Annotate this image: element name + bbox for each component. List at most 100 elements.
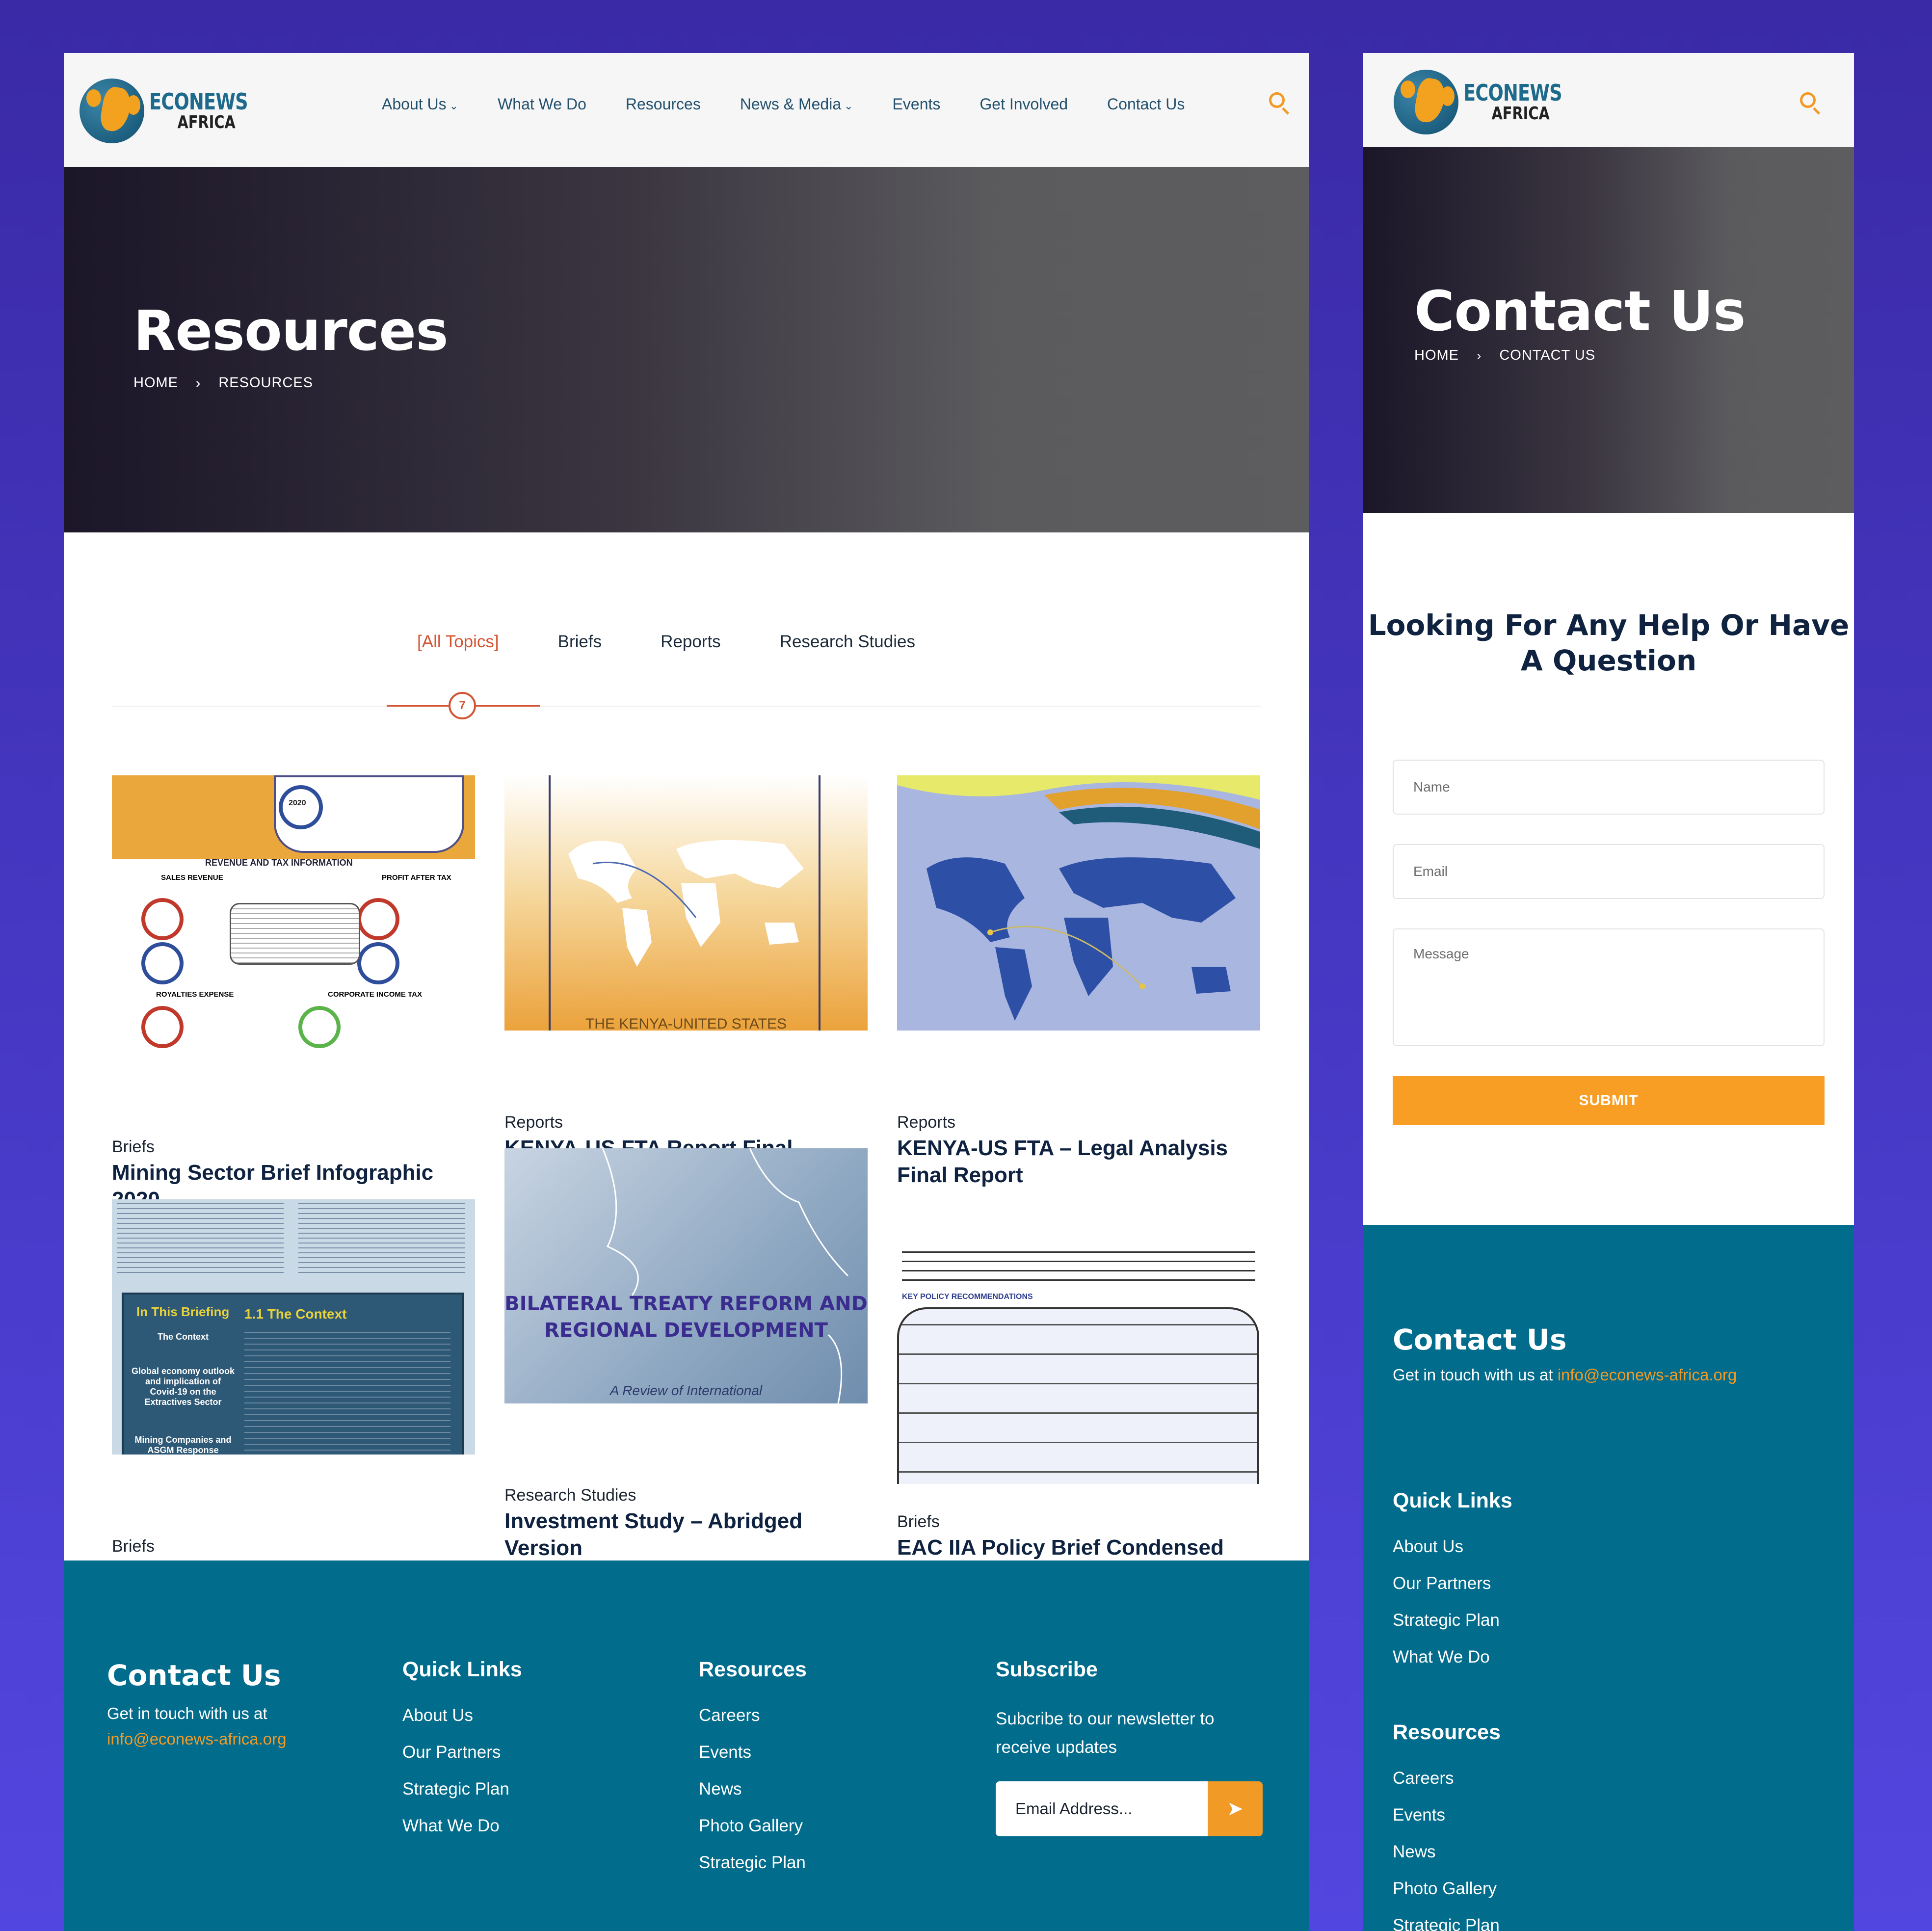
footer-link-what-we-do[interactable]: What We Do	[1393, 1647, 1490, 1667]
submit-button[interactable]: SUBMIT	[1393, 1076, 1825, 1125]
site-footer: Contact Us Get in touch with us at info@…	[1363, 1225, 1854, 1931]
contact-page: ECONEWS AFRICA Contact Us HOME › CONTACT…	[1363, 53, 1854, 1931]
world-map-graphic	[568, 840, 804, 967]
logo-text-bottom: AFRICA	[177, 112, 236, 132]
footer-link-photo-gallery[interactable]: Photo Gallery	[699, 1816, 803, 1836]
footer-contact-text: Get in touch with us at info@econews-afr…	[107, 1701, 313, 1752]
contact-form-title: Looking For Any Help Or Have A Question	[1368, 608, 1850, 677]
footer-link-news[interactable]: News	[1393, 1842, 1436, 1862]
site-header: ECONEWS AFRICA About Us ⌄ What We Do Reso…	[64, 53, 1309, 167]
footer-link-events[interactable]: Events	[699, 1743, 751, 1762]
chevron-down-icon: ⌄	[449, 100, 459, 112]
logo-text-top: ECONEWS	[1463, 79, 1562, 106]
footer-link-strategic-plan[interactable]: Strategic Plan	[1393, 1611, 1500, 1630]
name-field[interactable]: Name	[1393, 760, 1825, 815]
footer-link-events[interactable]: Events	[1393, 1805, 1445, 1825]
thumb-heading: In This Briefing	[136, 1304, 230, 1319]
world-map-graphic	[926, 857, 1236, 1021]
thumb-label: SALES REVENUE	[161, 873, 223, 882]
footer-link-about-us[interactable]: About Us	[402, 1706, 473, 1725]
logo-text-top: ECONEWS	[149, 88, 248, 115]
send-arrow-icon[interactable]: ➤	[1208, 1781, 1263, 1836]
footer-link-our-partners[interactable]: Our Partners	[402, 1743, 501, 1762]
thumb-subheading: A Review of International	[609, 1383, 763, 1398]
map-lines-graphic	[602, 1148, 849, 1403]
tab-reports[interactable]: Reports	[661, 632, 721, 652]
resource-thumbnail[interactable]: 2020 REVENUE AND TAX INFORMATION SALES R…	[112, 775, 475, 1055]
footer-link-careers[interactable]: Careers	[1393, 1769, 1454, 1788]
resource-category: Briefs	[897, 1512, 940, 1531]
footer-link-careers[interactable]: Careers	[699, 1706, 760, 1725]
globe-logo-icon	[1394, 70, 1458, 134]
breadcrumb-current: RESOURCES	[218, 375, 314, 391]
tab-research-studies[interactable]: Research Studies	[780, 632, 915, 652]
message-textarea[interactable]: Message	[1393, 928, 1825, 1046]
thumb-label: PROFIT AFTER TAX	[382, 873, 451, 882]
resource-thumbnail[interactable]: KEY POLICY RECOMMENDATIONS	[897, 1224, 1260, 1484]
nav-resources[interactable]: Resources	[626, 95, 701, 113]
footer-link-strategic-plan[interactable]: Strategic Plan	[402, 1779, 509, 1799]
footer-link-our-partners[interactable]: Our Partners	[1393, 1574, 1491, 1593]
nav-about-us[interactable]: About Us ⌄	[382, 95, 458, 113]
footer-quick-links-title: Quick Links	[1393, 1489, 1512, 1512]
tab-all-topics[interactable]: [All Topics]	[417, 632, 499, 652]
thumb-caption: THE KENYA-UNITED STATES	[585, 1016, 787, 1031]
footer-subscribe-text: Subcribe to our newsletter to receive up…	[996, 1709, 1215, 1757]
site-logo[interactable]: ECONEWS AFRICA	[79, 79, 272, 143]
page-hero: Resources HOME › RESOURCES	[64, 167, 1309, 532]
breadcrumb-home[interactable]: HOME	[1414, 347, 1459, 364]
footer-link-photo-gallery[interactable]: Photo Gallery	[1393, 1879, 1497, 1899]
footer-link-strategic-plan[interactable]: Strategic Plan	[1393, 1916, 1500, 1931]
resource-title[interactable]: EAC IIA Policy Brief Condensed	[897, 1534, 1260, 1561]
thumb-label: CORPORATE INCOME TAX	[328, 990, 422, 999]
search-icon[interactable]	[1800, 92, 1822, 115]
resource-thumbnail[interactable]: In This Briefing 1.1 The Context The Con…	[112, 1199, 475, 1455]
footer-contact-title: Contact Us	[107, 1659, 281, 1692]
resource-thumbnail[interactable]: THE KENYA-UNITED STATES	[504, 775, 868, 1031]
nav-what-we-do[interactable]: What We Do	[498, 95, 586, 113]
resource-title[interactable]: Investment Study – Abridged Version	[504, 1508, 868, 1561]
resource-category: Briefs	[112, 1537, 155, 1556]
site-logo[interactable]: ECONEWS AFRICA	[1394, 70, 1587, 134]
nav-news-media-label: News & Media	[740, 95, 842, 113]
footer-subscribe-title: Subscribe	[996, 1658, 1098, 1681]
chevron-down-icon: ⌄	[844, 100, 853, 112]
footer-email-link[interactable]: info@econews-africa.org	[1558, 1366, 1737, 1384]
nav-news-media[interactable]: News & Media ⌄	[740, 95, 853, 113]
resource-title[interactable]: KENYA-US FTA – Legal Analysis Final Repo…	[897, 1135, 1260, 1189]
search-icon[interactable]	[1269, 92, 1291, 115]
breadcrumb-current: CONTACT US	[1499, 347, 1596, 363]
thumb-text: The Context	[157, 1332, 209, 1342]
nav-events[interactable]: Events	[893, 95, 941, 113]
thumb-label: ROYALTIES EXPENSE	[156, 990, 234, 999]
footer-email-link[interactable]: info@econews-africa.org	[107, 1730, 287, 1748]
nav-contact-us[interactable]: Contact Us	[1107, 95, 1185, 113]
footer-contact-lead: Get in touch with us at	[1393, 1366, 1553, 1384]
footer-link-what-we-do[interactable]: What We Do	[402, 1816, 500, 1836]
footer-quick-links-title: Quick Links	[402, 1658, 522, 1681]
thumb-heading: BILATERAL TREATY REFORM AND REGIONAL DEV…	[504, 1293, 868, 1342]
email-field[interactable]: Email	[1393, 844, 1825, 899]
footer-link-about-us[interactable]: About Us	[1393, 1537, 1463, 1557]
tab-briefs[interactable]: Briefs	[558, 632, 602, 652]
breadcrumb-home[interactable]: HOME	[133, 375, 178, 391]
page-title: Resources	[133, 299, 449, 363]
resource-thumbnail[interactable]	[897, 775, 1260, 1031]
thumb-year-label: 2020	[289, 799, 306, 807]
newsletter-email-input[interactable]: Email Address...	[996, 1781, 1208, 1836]
nav-get-involved[interactable]: Get Involved	[979, 95, 1068, 113]
breadcrumb: HOME › CONTACT US	[1414, 347, 1595, 364]
footer-link-strategic-plan[interactable]: Strategic Plan	[699, 1853, 806, 1873]
thumb-heading: KEY POLICY RECOMMENDATIONS	[902, 1293, 1033, 1301]
nav-about-us-label: About Us	[382, 95, 447, 113]
footer-contact-title: Contact Us	[1393, 1323, 1567, 1356]
footer-contact-text: Get in touch with us at info@econews-afr…	[1393, 1362, 1834, 1388]
logo-text-bottom: AFRICA	[1491, 104, 1550, 124]
resource-category: Reports	[504, 1113, 563, 1132]
resource-thumbnail[interactable]: BILATERAL TREATY REFORM AND REGIONAL DEV…	[504, 1148, 868, 1403]
resources-page: ECONEWS AFRICA About Us ⌄ What We Do Reso…	[64, 53, 1309, 1931]
result-count-badge: 7	[449, 692, 476, 719]
tabs-divider	[111, 706, 1261, 707]
globe-logo-icon	[79, 79, 144, 143]
footer-link-news[interactable]: News	[699, 1779, 742, 1799]
